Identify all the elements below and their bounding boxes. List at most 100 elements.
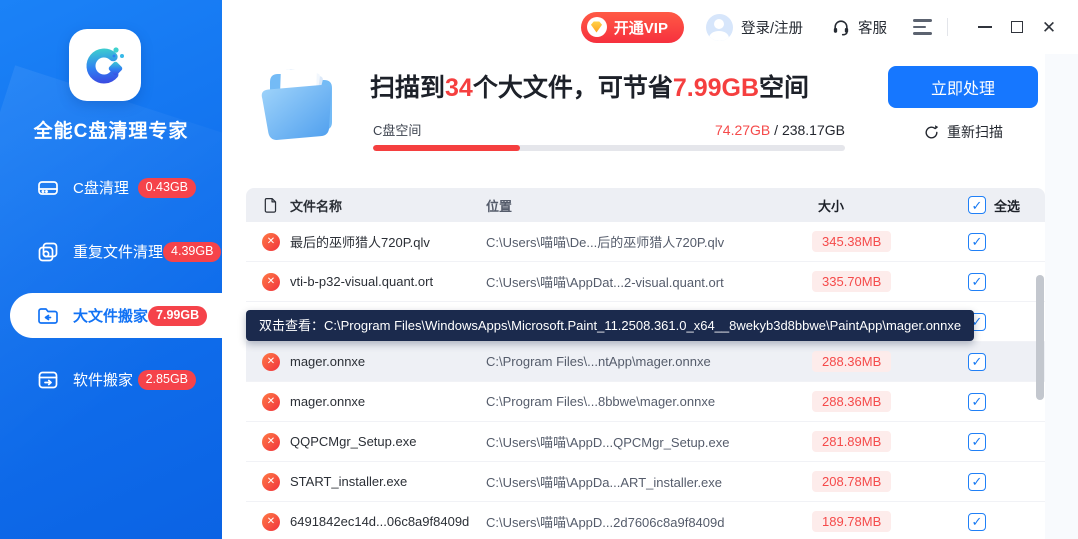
row-checkbox[interactable]: ✓ <box>968 353 986 371</box>
duplicate-icon <box>36 240 60 264</box>
size-badge: 0.43GB <box>138 178 196 198</box>
table-row[interactable]: ✕ START_installer.exe C:\Users\喵喵\AppDa.… <box>246 462 1045 502</box>
file-name: QQPCMgr_Setup.exe <box>290 434 486 449</box>
app-logo <box>69 29 141 101</box>
file-size-badge: 345.38MB <box>812 231 891 252</box>
rescan-label: 重新扫描 <box>947 122 1003 142</box>
row-checkbox[interactable]: ✓ <box>968 233 986 251</box>
remove-file-icon[interactable]: ✕ <box>262 513 280 531</box>
table-header-row: 文件名称 位置 大小 ✓ 全选 <box>246 188 1045 222</box>
column-header-name: 文件名称 <box>290 196 486 215</box>
file-path: C:\Users\喵喵\AppD...2d7606c8a9f8409d <box>486 512 790 531</box>
title-text: 个大文件，可节省 <box>473 74 673 102</box>
saving-size: 7.99GB <box>673 74 759 102</box>
remove-file-icon[interactable]: ✕ <box>262 273 280 291</box>
process-now-button[interactable]: 立即处理 <box>888 66 1038 108</box>
minimize-button[interactable] <box>974 16 996 38</box>
file-path: C:\Program Files\...ntApp\mager.onnxe <box>486 354 790 369</box>
table-row[interactable]: ✕ mager.onnxe C:\Program Files\...ntApp\… <box>246 342 1045 382</box>
file-name: mager.onnxe <box>290 394 486 409</box>
file-size-badge: 208.78MB <box>812 471 891 492</box>
table-body: ✕ 最后的巫师猎人720P.qlv C:\Users\喵喵\De...后的巫师猎… <box>246 222 1045 539</box>
disk-usage-row: C盘空间 74.27GB / 238.17GB <box>373 120 845 139</box>
scan-result-title: 扫描到34个大文件，可节省7.99GB空间 <box>370 68 809 104</box>
file-icon <box>262 196 279 214</box>
file-path: C:\Users\喵喵\AppD...QPCMgr_Setup.exe <box>486 432 790 451</box>
refresh-icon <box>923 124 940 141</box>
sidebar-item-big-file-move[interactable]: 大文件搬家 7.99GB <box>10 293 222 338</box>
sidebar-item-software-move[interactable]: 软件搬家 2.85GB <box>0 357 222 402</box>
sidebar: 全能C盘清理专家 C盘清理 0.43GB 重复文件清理 4.39GB <box>0 0 222 539</box>
customer-support-label: 客服 <box>858 17 887 38</box>
table-row[interactable]: ✕ QQPCMgr_Setup.exe C:\Users\喵喵\AppD...Q… <box>246 422 1045 462</box>
file-name: vti-b-p32-visual.quant.ort <box>290 274 486 289</box>
disk-progress-fill <box>373 145 520 151</box>
row-checkbox[interactable]: ✓ <box>968 513 986 531</box>
row-checkbox[interactable]: ✓ <box>968 473 986 491</box>
large-files-table: 文件名称 位置 大小 ✓ 全选 ✕ 最后的巫师猎人720P.qlv C:\Use… <box>246 188 1045 539</box>
app-title: 全能C盘清理专家 <box>0 116 222 143</box>
file-path: C:\Program Files\...8bbwe\mager.onnxe <box>486 394 790 409</box>
select-all-label: 全选 <box>994 196 1020 215</box>
table-row[interactable]: ✕ vti-b-p32-visual.quant.ort C:\Users\喵喵… <box>246 262 1045 302</box>
customer-support-button[interactable]: 客服 <box>831 17 887 38</box>
rescan-button[interactable]: 重新扫描 <box>888 122 1038 142</box>
file-name: 6491842ec14d...06c8a9f8409d <box>290 514 486 529</box>
select-all-checkbox[interactable]: ✓ <box>968 196 986 214</box>
folder-illustration <box>254 56 344 153</box>
disk-label: C盘空间 <box>373 120 421 139</box>
titlebar: 开通VIP 登录/注册 客服 ✕ <box>222 0 1078 54</box>
table-row[interactable]: ✕ mager.onnxe C:\Program Files\...8bbwe\… <box>246 382 1045 422</box>
remove-file-icon[interactable]: ✕ <box>262 233 280 251</box>
login-register-link[interactable]: 登录/注册 <box>741 17 803 38</box>
remove-file-icon[interactable]: ✕ <box>262 393 280 411</box>
vip-gem-icon <box>587 17 607 37</box>
disk-usage-values: 74.27GB / 238.17GB <box>715 122 845 138</box>
remove-file-icon[interactable]: ✕ <box>262 473 280 491</box>
file-name: mager.onnxe <box>290 354 486 369</box>
sidebar-item-label: 大文件搬家 <box>73 305 148 326</box>
sidebar-item-duplicate-clean[interactable]: 重复文件清理 4.39GB <box>0 229 222 274</box>
disk-used: 74.27GB <box>715 122 770 138</box>
headset-icon <box>831 17 851 37</box>
file-size-badge: 189.78MB <box>812 511 891 532</box>
file-name: START_installer.exe <box>290 474 486 489</box>
file-size-badge: 288.36MB <box>812 391 891 412</box>
folder-move-icon <box>36 304 60 328</box>
remove-file-icon[interactable]: ✕ <box>262 433 280 451</box>
file-name: 最后的巫师猎人720P.qlv <box>290 232 486 251</box>
sidebar-item-c-drive-clean[interactable]: C盘清理 0.43GB <box>0 165 222 210</box>
disk-progress-bar <box>373 145 845 151</box>
c-cleaner-logo-icon <box>81 41 129 89</box>
title-text: 空间 <box>759 74 809 102</box>
sidebar-nav: C盘清理 0.43GB 重复文件清理 4.39GB 大文件搬家 7.99GB <box>0 165 222 421</box>
maximize-button[interactable] <box>1006 16 1028 38</box>
menu-icon[interactable] <box>913 19 933 35</box>
file-path: C:\Users\喵喵\De...后的巫师猎人720P.qlv <box>486 232 790 251</box>
avatar[interactable] <box>706 14 733 41</box>
table-scrollbar-thumb[interactable] <box>1036 275 1044 400</box>
size-badge: 4.39GB <box>163 242 221 262</box>
app-move-icon <box>36 368 60 392</box>
minimize-icon <box>978 26 992 28</box>
sidebar-item-label: 软件搬家 <box>73 369 133 390</box>
open-vip-button[interactable]: 开通VIP <box>581 12 684 43</box>
disk-separator: / <box>770 122 782 138</box>
row-checkbox[interactable]: ✓ <box>968 273 986 291</box>
close-icon: ✕ <box>1042 19 1056 36</box>
row-checkbox[interactable]: ✓ <box>968 433 986 451</box>
file-path: C:\Users\喵喵\AppDa...ART_installer.exe <box>486 472 790 491</box>
row-checkbox[interactable]: ✓ <box>968 393 986 411</box>
table-row[interactable]: ✕ 最后的巫师猎人720P.qlv C:\Users\喵喵\De...后的巫师猎… <box>246 222 1045 262</box>
avatar-body <box>709 31 729 41</box>
file-size-badge: 281.89MB <box>812 431 891 452</box>
avatar-head <box>714 19 724 29</box>
remove-file-icon[interactable]: ✕ <box>262 353 280 371</box>
main-area: 开通VIP 登录/注册 客服 ✕ <box>222 0 1078 539</box>
file-size-badge: 288.36MB <box>812 351 891 372</box>
disk-total: 238.17GB <box>782 122 845 138</box>
table-row[interactable]: ✕ 6491842ec14d...06c8a9f8409d C:\Users\喵… <box>246 502 1045 539</box>
right-margin <box>1045 54 1078 539</box>
maximize-icon <box>1011 21 1023 33</box>
close-button[interactable]: ✕ <box>1038 16 1060 38</box>
